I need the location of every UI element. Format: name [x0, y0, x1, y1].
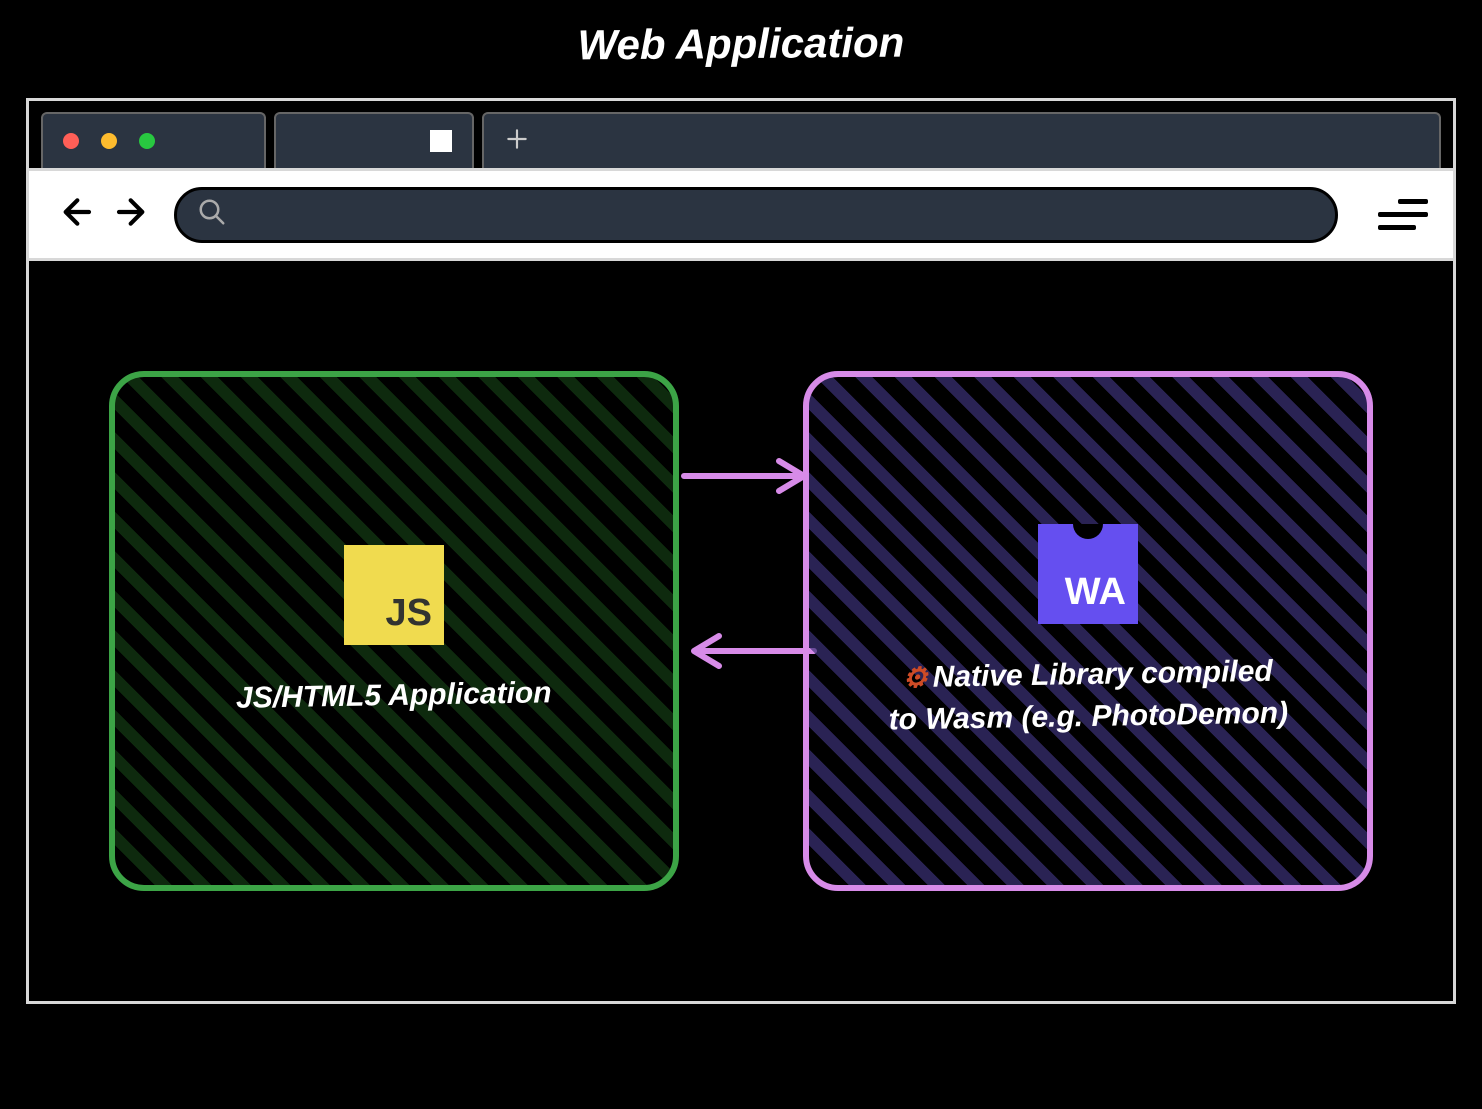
hamburger-line-icon [1378, 212, 1428, 217]
browser-tab-active[interactable] [274, 112, 474, 168]
arrow-right-icon [679, 451, 819, 506]
back-button[interactable] [54, 192, 94, 237]
forward-button[interactable] [114, 192, 154, 237]
maximize-window-icon[interactable] [139, 133, 155, 149]
js-panel-label: JS/HTML5 Application [236, 672, 552, 720]
minimize-window-icon[interactable] [101, 133, 117, 149]
menu-button[interactable] [1378, 199, 1428, 230]
js-application-panel: JS JS/HTML5 Application [109, 371, 679, 891]
wasm-label-text: Native Library compiled to Wasm (e.g. Ph… [888, 655, 1288, 737]
browser-tab-new[interactable] [482, 112, 1441, 168]
browser-tab-strip [29, 101, 1453, 171]
javascript-logo-icon: JS [344, 545, 444, 645]
diagram-title: Web Application [0, 14, 1482, 75]
browser-window-mockup: JS JS/HTML5 Application WA ⚙Native Libra… [26, 98, 1456, 1004]
browser-viewport: JS JS/HTML5 Application WA ⚙Native Libra… [29, 261, 1453, 1001]
rust-gear-icon: ⚙ [902, 662, 928, 693]
search-icon [197, 197, 227, 232]
address-bar[interactable] [174, 187, 1338, 243]
hamburger-line-icon [1378, 225, 1416, 230]
bidirectional-arrows [679, 451, 819, 681]
wasm-library-panel: WA ⚙Native Library compiled to Wasm (e.g… [803, 371, 1373, 891]
hamburger-line-icon [1398, 199, 1428, 204]
wasm-panel-label: ⚙Native Library compiled to Wasm (e.g. P… [887, 651, 1288, 742]
browser-tab-traffic-lights [41, 112, 266, 168]
close-window-icon[interactable] [63, 133, 79, 149]
arrow-left-icon [679, 626, 819, 681]
favicon-icon [430, 130, 452, 152]
browser-toolbar [29, 171, 1453, 261]
webassembly-logo-icon: WA [1038, 524, 1138, 624]
plus-icon [504, 126, 530, 157]
